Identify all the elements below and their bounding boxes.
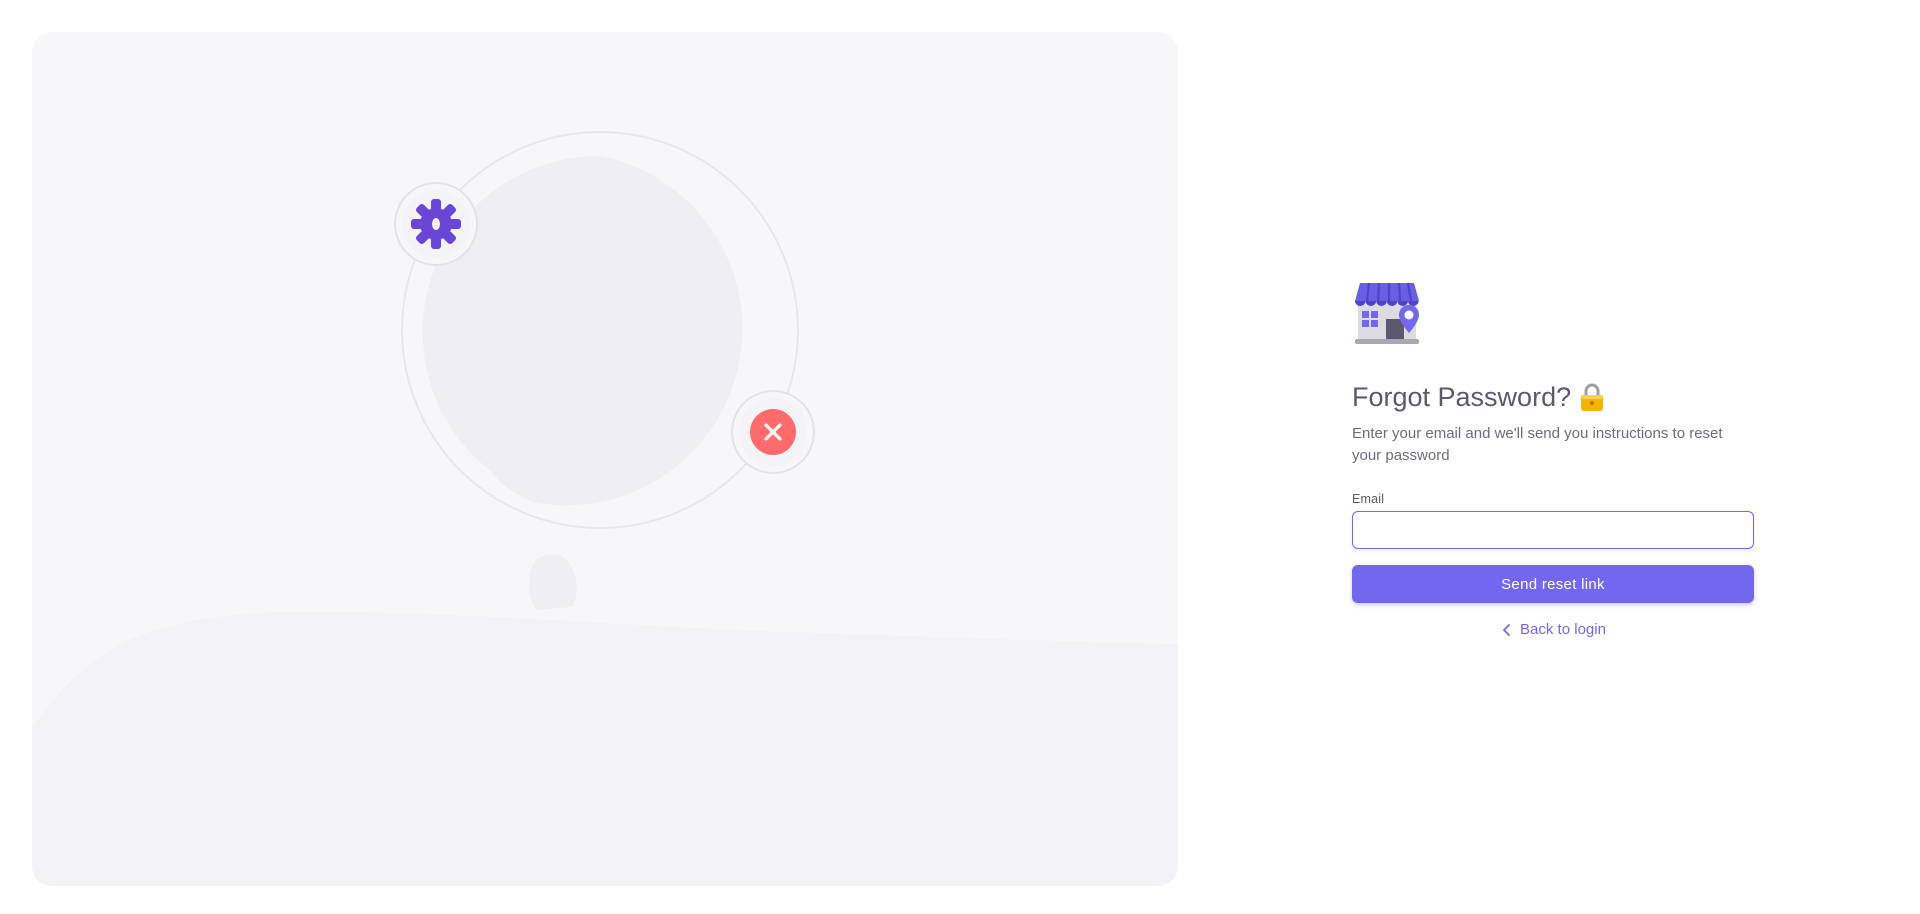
figure-silhouette	[528, 554, 577, 610]
page-subtitle: Enter your email and we'll send you inst…	[1352, 425, 1723, 464]
close-icon	[731, 390, 815, 474]
back-to-login-link[interactable]: Back to login	[1352, 621, 1754, 638]
forgot-password-form: Forgot Password? Enter your email and we…	[1352, 281, 1754, 638]
chevron-left-icon	[1503, 623, 1510, 636]
illustration-panel	[32, 32, 1178, 886]
back-to-login-label: Back to login	[1520, 621, 1606, 638]
forgot-password-illustration	[32, 131, 1178, 886]
page-title-text: Forgot Password?	[1352, 382, 1572, 412]
lock-icon	[1581, 383, 1604, 411]
gear-icon	[394, 182, 478, 266]
email-label: Email	[1352, 492, 1385, 506]
send-reset-link-button[interactable]: Send reset link	[1352, 565, 1754, 603]
page-title: Forgot Password?	[1352, 381, 1754, 413]
email-input[interactable]	[1352, 511, 1754, 549]
store-with-location-pin-icon	[1355, 282, 1419, 344]
ground-wave	[32, 611, 1178, 886]
